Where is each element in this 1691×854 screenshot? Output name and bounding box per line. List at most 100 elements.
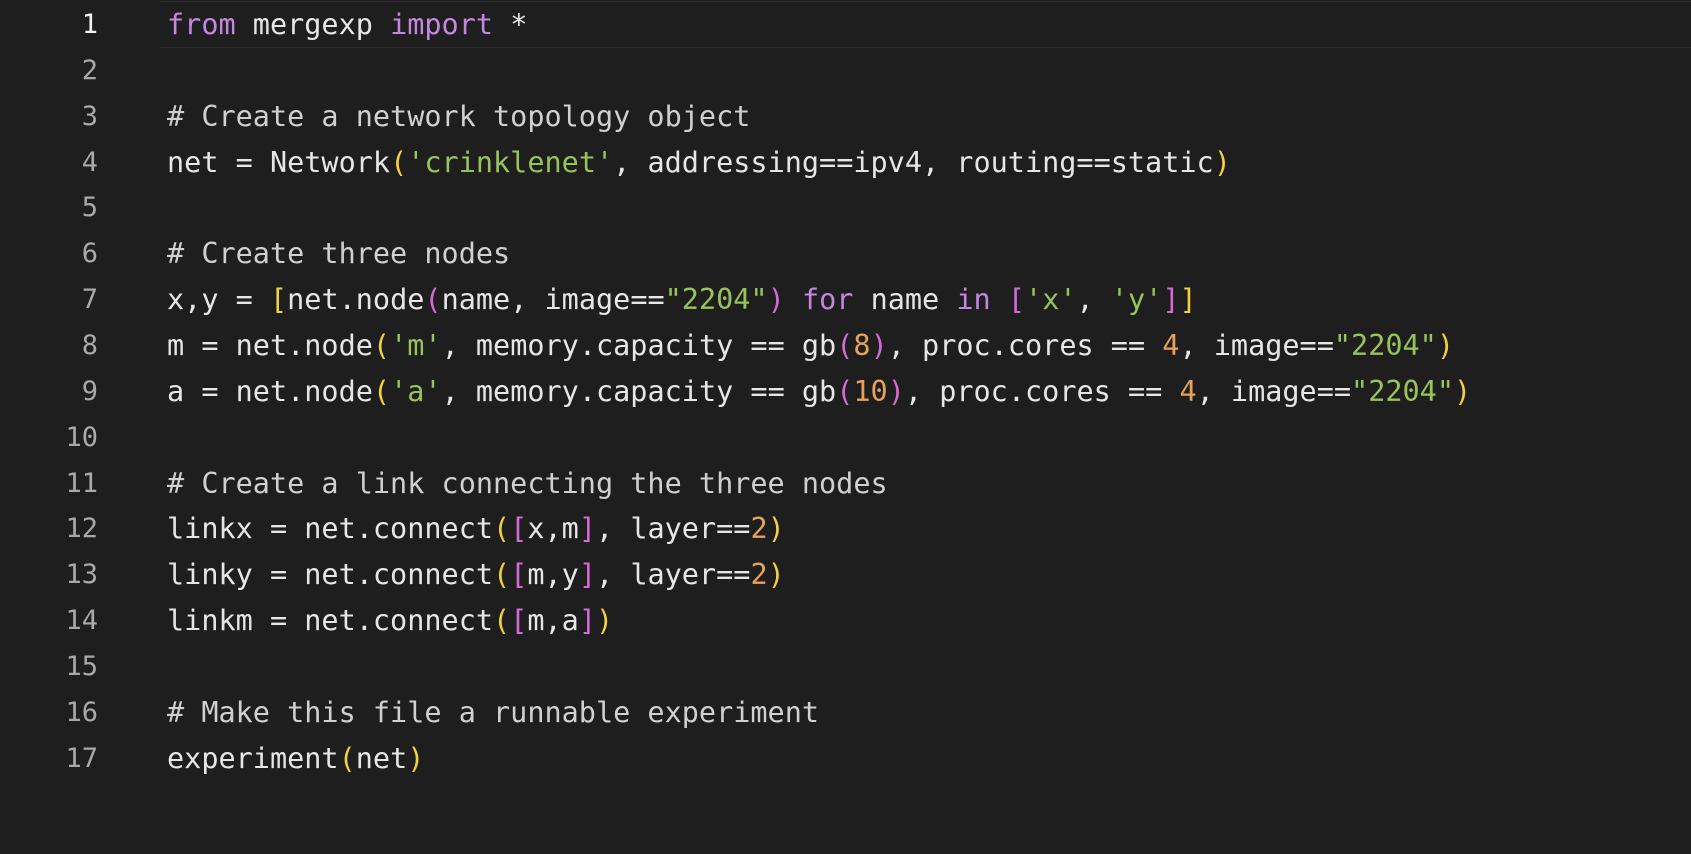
line-number: 4 xyxy=(81,146,98,178)
token-bracket-2: ) xyxy=(887,374,905,408)
token-string: 'a' xyxy=(390,374,442,408)
code-line[interactable]: 3 # Create a network topology object xyxy=(0,92,1691,141)
token-plain: net xyxy=(355,741,408,775)
token-plain: * xyxy=(493,8,528,41)
code-text: # Create a network topology object xyxy=(167,92,750,141)
token-number: 2 xyxy=(750,558,768,592)
code-line[interactable]: 10 xyxy=(0,413,1691,462)
token-number: 8 xyxy=(853,328,871,362)
token-plain: net = Network xyxy=(167,145,391,179)
code-line[interactable]: 13 linky = net.connect([m,y], layer==2) xyxy=(0,550,1691,599)
token-plain: m = net.node xyxy=(167,328,373,362)
code-editor[interactable]: 1 from mergexp import * 2 3 # Create a netwo… xyxy=(0,0,1691,854)
line-number: 15 xyxy=(65,650,98,682)
code-line[interactable]: 12 linkx = net.connect([x,m], layer==2) xyxy=(0,504,1691,553)
line-number: 1 xyxy=(81,9,98,40)
token-bracket-1: ( xyxy=(493,512,511,546)
code-line[interactable]: 6 # Create three nodes xyxy=(0,229,1691,278)
token-plain: net.node xyxy=(287,283,425,317)
line-number: 10 xyxy=(65,421,98,453)
token-bracket-2: ] xyxy=(578,604,597,638)
token-string: 'crinklenet' xyxy=(407,145,614,179)
line-number: 5 xyxy=(81,192,98,224)
code-line[interactable]: 14 linkm = net.connect([m,a]) xyxy=(0,596,1691,645)
token-number: 4 xyxy=(1162,328,1180,362)
line-number: 2 xyxy=(81,54,98,86)
token-string: "2204" xyxy=(1351,374,1454,408)
token-bracket-2: ) xyxy=(767,283,785,317)
code-line[interactable]: 4 net = Network('crinklenet', addressing=… xyxy=(0,138,1691,187)
line-number: 17 xyxy=(65,742,98,774)
code-line[interactable]: 15 xyxy=(0,642,1691,691)
token-plain: x,y = xyxy=(167,283,270,317)
token-bracket-1: ( xyxy=(372,328,391,362)
token-bracket-1: ( xyxy=(372,374,391,408)
token-bracket-1: ) xyxy=(407,741,425,775)
code-line[interactable]: 1 from mergexp import * xyxy=(0,0,1691,49)
code-line[interactable]: 11 # Create a link connecting the three n… xyxy=(0,459,1691,508)
token-plain: , image== xyxy=(1196,374,1352,408)
token-bracket-1: [ xyxy=(269,283,288,317)
token-plain: linkx = net.connect xyxy=(167,512,494,546)
token-plain: x,m xyxy=(527,512,579,546)
token-bracket-1: ( xyxy=(493,558,511,592)
token-bracket-2: ] xyxy=(578,512,597,546)
token-plain: , memory.capacity == gb xyxy=(441,328,837,362)
token-plain: linkm = net.connect xyxy=(167,604,494,638)
token-bracket-1: ) xyxy=(596,604,614,638)
token-string: 'x' xyxy=(1025,283,1077,317)
token-bracket-1: ( xyxy=(493,604,511,638)
code-text: # Make this file a runnable experiment xyxy=(167,688,819,737)
code-line[interactable]: 16 # Make this file a runnable experiment xyxy=(0,688,1691,737)
code-text: experiment(net) xyxy=(167,734,424,783)
code-text: linky = net.connect([m,y], layer==2) xyxy=(167,550,785,599)
line-number: 8 xyxy=(81,329,98,361)
token-plain: m,y xyxy=(527,558,579,592)
token-plain: , proc.cores == xyxy=(887,328,1163,362)
token-bracket-2: [ xyxy=(510,558,528,592)
token-comment: # Create a network topology object xyxy=(167,99,751,133)
token-plain: m,a xyxy=(527,604,579,638)
token-bracket-1: ( xyxy=(338,741,356,775)
token-comment: # Create three nodes xyxy=(167,237,511,271)
code-line[interactable]: 9a = net.node('a', memory.capacity == gb… xyxy=(0,367,1691,416)
token-bracket-2: ( xyxy=(424,283,442,317)
code-text: net = Network('crinklenet', addressing==… xyxy=(167,138,1231,187)
token-bracket-2: ( xyxy=(836,328,854,362)
token-plain: name, image== xyxy=(441,283,665,317)
token-bracket-2: ] xyxy=(1162,283,1180,317)
token-string: 'y' xyxy=(1110,283,1163,317)
token-plain: linky = net.connect xyxy=(167,558,494,592)
token-plain: , layer== xyxy=(596,558,751,592)
token-keyword: import xyxy=(390,8,494,41)
code-line[interactable]: 5 xyxy=(0,183,1691,232)
code-line[interactable]: 17 experiment(net) xyxy=(0,734,1691,783)
token-bracket-2: ] xyxy=(578,558,597,592)
token-bracket-1: ) xyxy=(1454,374,1472,408)
token-number: 10 xyxy=(853,374,888,408)
line-number: 13 xyxy=(65,559,98,591)
token-comment: # Make this file a runnable experiment xyxy=(167,695,820,729)
token-bracket-1: ) xyxy=(767,558,785,592)
token-comment: # Create a link connecting the three nod… xyxy=(167,466,888,500)
line-number: 12 xyxy=(65,513,98,545)
token-plain: , image== xyxy=(1179,328,1334,362)
code-text: from mergexp import * xyxy=(167,0,527,49)
code-text: a = net.node('a', memory.capacity == gb(… xyxy=(167,367,1471,416)
token-plain: , proc.cores == xyxy=(904,374,1180,408)
token-keyword: for xyxy=(801,283,854,317)
code-line[interactable]: 2 xyxy=(0,46,1691,95)
token-plain: mergexp xyxy=(235,8,391,41)
code-text: linkm = net.connect([m,a]) xyxy=(167,596,613,645)
token-bracket-2: [ xyxy=(510,512,528,546)
token-keyword: in xyxy=(956,283,991,317)
line-number: 16 xyxy=(65,696,98,728)
code-text: x,y = [net.node(name, image=="2204") for… xyxy=(167,275,1197,324)
token-plain: , memory.capacity == gb xyxy=(441,374,837,408)
line-number: 9 xyxy=(81,375,98,407)
code-line[interactable]: 8m = net.node('m', memory.capacity == gb… xyxy=(0,321,1691,370)
token-number: 2 xyxy=(750,512,768,546)
code-text: m = net.node('m', memory.capacity == gb(… xyxy=(167,321,1454,370)
code-line[interactable]: 7 x,y = [net.node(name, image=="2204") fo… xyxy=(0,275,1691,324)
